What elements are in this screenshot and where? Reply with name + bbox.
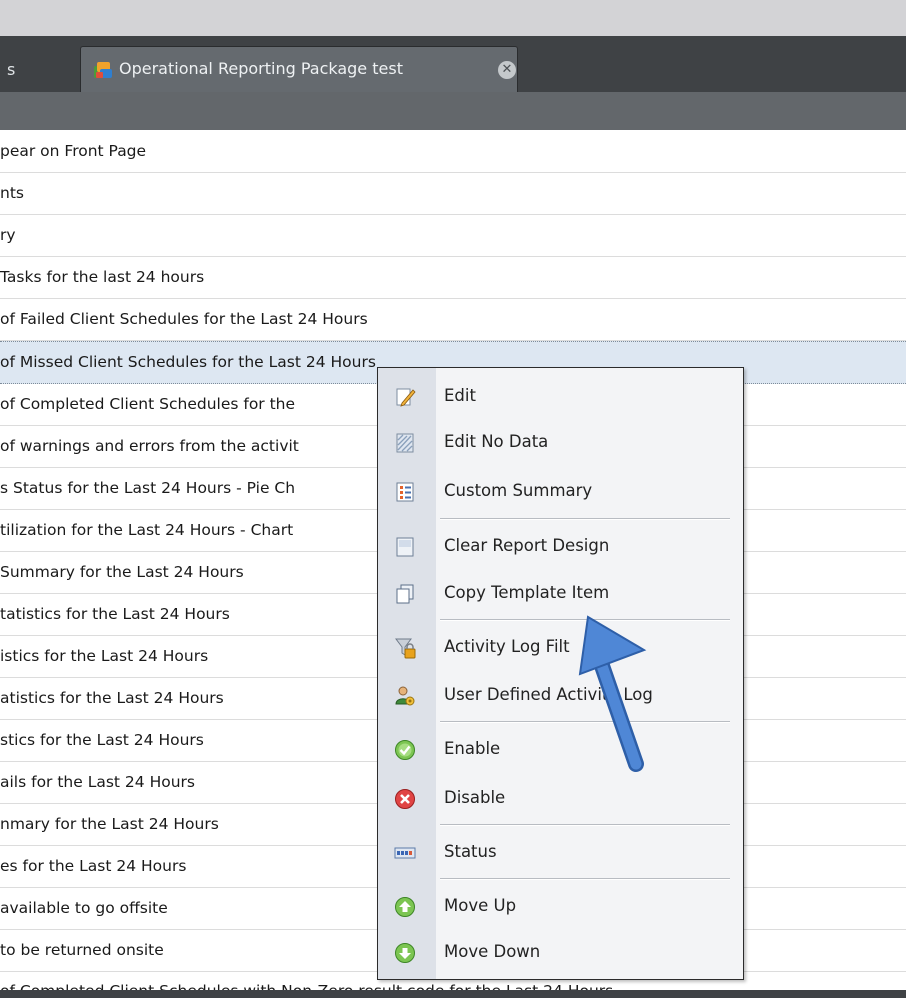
list-item-label: atistics for the Last 24 Hours — [0, 689, 224, 707]
list-item[interactable]: pear on Front Page — [0, 131, 906, 173]
list-item[interactable]: of Failed Client Schedules for the Last … — [0, 299, 906, 341]
menu-item-copy-template-item[interactable]: Copy Template Item — [378, 571, 743, 615]
bottom-band — [0, 990, 906, 998]
menu-item-disable[interactable]: Disable — [378, 776, 743, 820]
menu-item-move-down[interactable]: Move Down — [378, 930, 743, 974]
pencil-icon — [396, 388, 416, 407]
list-item-label: ails for the Last 24 Hours — [0, 773, 195, 791]
menu-separator — [440, 878, 730, 880]
menu-separator — [440, 721, 730, 723]
status-bar-icon — [394, 847, 416, 859]
tab-title: Operational Reporting Package test — [119, 59, 403, 78]
arrow-up-circle-icon — [395, 897, 415, 917]
menu-item-label: Custom Summary — [444, 481, 593, 500]
menu-item-label: Edit No Data — [444, 432, 549, 451]
list-item-label: Tasks for the last 24 hours — [0, 268, 205, 286]
list-item-label: to be returned onsite — [0, 941, 164, 959]
menu-item-user-defined-activity-log[interactable]: User Defined Activity Log — [378, 673, 743, 717]
list-item-label: Summary for the Last 24 Hours — [0, 563, 244, 581]
list-item[interactable]: ry — [0, 215, 906, 257]
menu-item-label: Clear Report Design — [444, 536, 610, 555]
copy-icon — [396, 584, 414, 604]
menu-item-activity-log-filter[interactable]: Activity Log Filt — [378, 625, 743, 669]
menu-item-label: Move Down — [444, 942, 541, 961]
window-top-bar — [0, 0, 906, 36]
menu-item-edit-no-data[interactable]: Edit No Data — [378, 420, 743, 464]
list-item-label: of warnings and errors from the activit — [0, 437, 299, 455]
menu-item-label: Status — [444, 842, 497, 861]
list-item-label: nmary for the Last 24 Hours — [0, 815, 219, 833]
menu-item-status[interactable]: Status — [378, 830, 743, 874]
list-item[interactable]: nts — [0, 173, 906, 215]
tab-close-icon[interactable]: ✕ — [498, 61, 516, 79]
menu-item-label: Enable — [444, 739, 501, 758]
list-item[interactable]: Tasks for the last 24 hours — [0, 257, 906, 299]
x-circle-icon — [395, 789, 415, 809]
list-item-label: tilization for the Last 24 Hours - Chart — [0, 521, 294, 539]
list-item-label: stics for the Last 24 Hours — [0, 731, 204, 749]
menu-separator — [440, 619, 730, 621]
list-page-icon — [396, 482, 414, 502]
menu-item-edit[interactable]: Edit — [378, 374, 743, 418]
menu-item-enable[interactable]: Enable — [378, 727, 743, 771]
menu-item-custom-summary[interactable]: Custom Summary — [378, 469, 743, 513]
list-item-label: istics for the Last 24 Hours — [0, 647, 209, 665]
menu-item-label: User Defined Activity Log — [444, 685, 653, 704]
menu-separator — [440, 824, 730, 826]
report-package-icon — [94, 62, 112, 78]
menu-item-move-up[interactable]: Move Up — [378, 884, 743, 928]
filter-lock-icon — [395, 638, 416, 659]
list-item-label: of Missed Client Schedules for the Last … — [0, 353, 376, 371]
list-item-label: s Status for the Last 24 Hours - Pie Ch — [0, 479, 296, 497]
list-item-label: pear on Front Page — [0, 142, 147, 160]
menu-item-label: Move Up — [444, 896, 517, 915]
tab-previous[interactable]: s — [0, 48, 60, 92]
list-item-label: ry — [0, 226, 16, 244]
list-item-label: available to go offsite — [0, 899, 168, 917]
list-item-label: es for the Last 24 Hours — [0, 857, 187, 875]
blank-page-icon — [396, 537, 414, 557]
menu-item-label: Copy Template Item — [444, 583, 610, 602]
menu-item-label: Disable — [444, 788, 506, 807]
tab-operational-reporting-package[interactable]: Operational Reporting Package test ✕ — [80, 46, 518, 92]
menu-item-clear-report-design[interactable]: Clear Report Design — [378, 524, 743, 568]
tab-previous-label: s — [7, 60, 16, 79]
menu-item-label: Activity Log Filt — [444, 637, 570, 656]
menu-item-label: Edit — [444, 386, 476, 405]
list-item-label: tatistics for the Last 24 Hours — [0, 605, 230, 623]
list-item-label: of Completed Client Schedules for the — [0, 395, 296, 413]
hatched-page-icon — [396, 433, 414, 453]
list-item-label: nts — [0, 184, 24, 202]
tab-bar: s Operational Reporting Package test ✕ — [0, 36, 906, 92]
check-circle-icon — [395, 740, 415, 760]
arrow-down-circle-icon — [395, 943, 415, 963]
toolbar-strip — [0, 92, 906, 130]
menu-separator — [440, 518, 730, 520]
user-gear-icon — [395, 686, 415, 706]
context-menu: Edit Edit No Data Custom Summary Clear R… — [377, 367, 744, 980]
list-item-label: of Failed Client Schedules for the Last … — [0, 310, 368, 328]
